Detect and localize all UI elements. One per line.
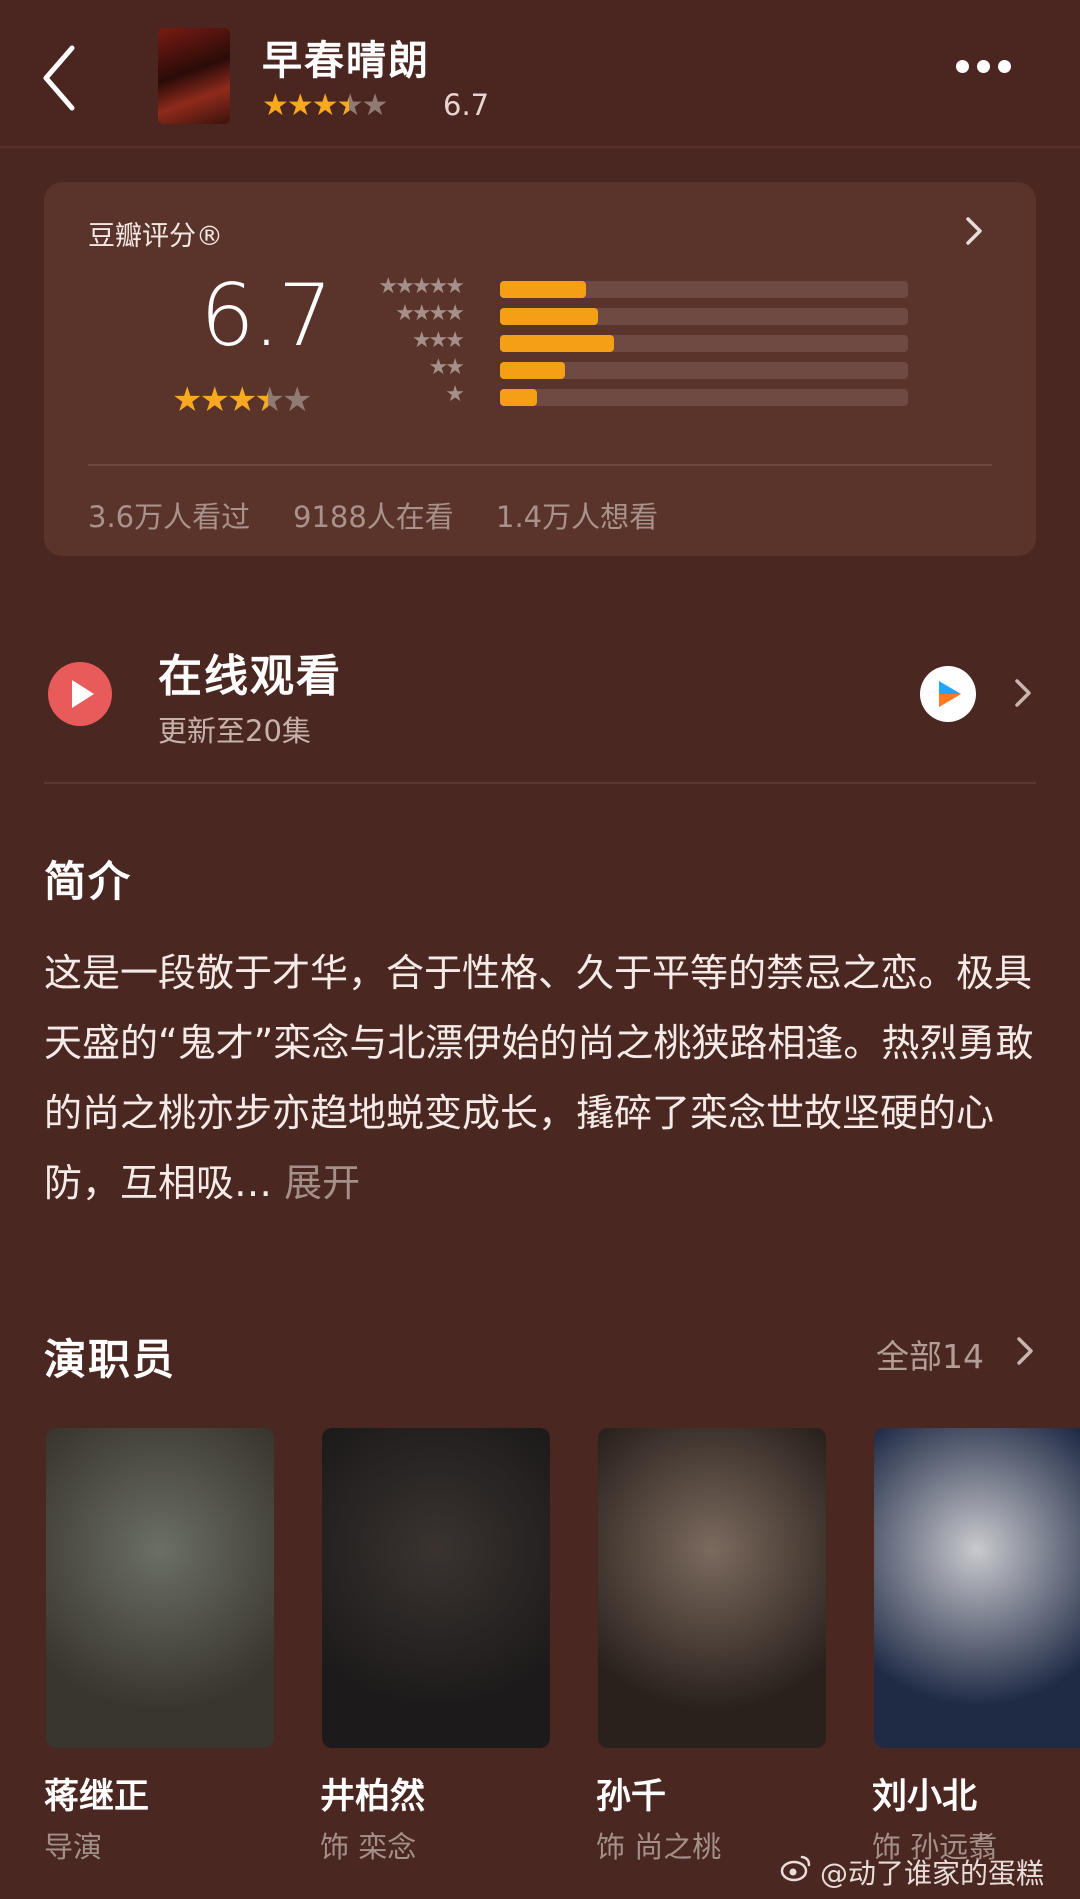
cast-name[interactable]: 井柏然 (320, 1768, 425, 1819)
synopsis-text: 这是一段敬于才华，合于性格、久于平等的禁忌之恋。极具天盛的“鬼才”栾念与北漂伊始… (44, 938, 1044, 1218)
distribution-bar-5 (500, 281, 586, 298)
rating-stars: ★★★★ ★ (172, 380, 312, 420)
cast-name[interactable]: 蒋继正 (44, 1768, 149, 1819)
watch-online-title[interactable]: 在线观看 (158, 640, 342, 704)
episode-status: 更新至20集 (158, 714, 311, 748)
weibo-icon (780, 1855, 811, 1882)
header-score: 6.7 (443, 88, 490, 122)
distribution-row-4: ★★★★ (380, 301, 910, 327)
stat-want-to-watch[interactable]: 1.4万人想看 (496, 494, 658, 536)
poster-thumbnail[interactable] (158, 28, 230, 124)
more-icon[interactable] (952, 60, 1016, 84)
section-divider (44, 782, 1036, 784)
synopsis-body: 这是一段敬于才华，合于性格、久于平等的禁忌之恋。极具天盛的“鬼才”栾念与北漂伊始… (44, 951, 1034, 1205)
distribution-bar-1 (500, 389, 537, 406)
distribution-row-3: ★★★ (380, 328, 910, 354)
star-label-4: ★★★★ (395, 301, 465, 326)
chevron-right-icon[interactable] (960, 214, 988, 248)
star-label-3: ★★★ (411, 328, 465, 353)
synopsis-title: 简介 (44, 857, 133, 906)
stat-watching[interactable]: 9188人在看 (293, 494, 454, 536)
top-bar-divider (0, 146, 1080, 148)
back-arrow-icon[interactable] (36, 40, 96, 116)
play-icon[interactable] (48, 662, 112, 726)
cast-name[interactable]: 孙千 (596, 1768, 666, 1819)
cast-photo[interactable] (598, 1428, 826, 1748)
cast-all-link[interactable]: 全部14 (876, 1330, 984, 1378)
chevron-right-icon[interactable] (1010, 676, 1036, 710)
distribution-bar-2 (500, 362, 566, 379)
card-divider (88, 464, 992, 466)
rating-score: 6.7 (200, 266, 333, 366)
cast-photo[interactable] (874, 1428, 1080, 1748)
header-rating-stars: ★★★★ ★ (262, 88, 388, 123)
youku-logo-icon[interactable] (920, 666, 976, 722)
distribution-bar-4 (500, 308, 598, 325)
cast-role: 饰 尚之桃 (596, 1830, 722, 1864)
star-label-2: ★★ (428, 355, 465, 380)
cast-role: 饰 栾念 (320, 1830, 417, 1864)
watermark-text: @动了谁家的蛋糕 (820, 1857, 1045, 1890)
stat-watched[interactable]: 3.6万人看过 (88, 494, 250, 536)
cast-name[interactable]: 刘小北 (872, 1768, 977, 1819)
expand-link[interactable]: 展开 (284, 1161, 360, 1205)
distribution-row-1: ★ (380, 382, 910, 408)
cast-role: 导演 (44, 1830, 103, 1864)
distribution-bar-3 (500, 335, 615, 352)
cast-photo[interactable] (322, 1428, 550, 1748)
cast-photo[interactable] (46, 1428, 274, 1748)
star-label-1: ★ (445, 382, 465, 407)
cast-title: 演职员 (44, 1335, 177, 1384)
star-label-5: ★★★★★ (378, 274, 465, 299)
distribution-row-2: ★★ (380, 355, 910, 381)
chevron-right-icon[interactable] (1012, 1334, 1038, 1368)
rating-label: 豆瓣评分® (88, 221, 223, 252)
distribution-row-5: ★★★★★ (378, 274, 910, 300)
page-title: 早春晴朗 (262, 38, 430, 84)
